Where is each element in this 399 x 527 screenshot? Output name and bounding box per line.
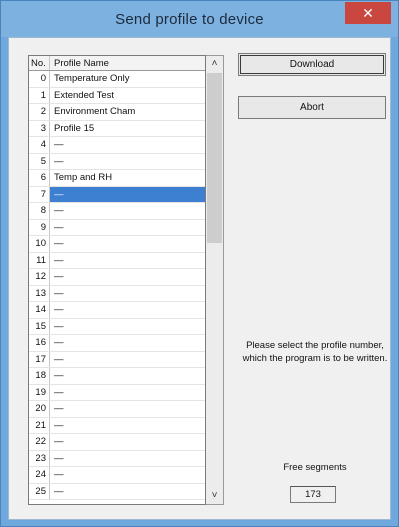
profile-number: 25 xyxy=(29,483,50,499)
list-item[interactable]: 5— xyxy=(29,153,205,170)
column-header-profile-name: Profile Name xyxy=(54,58,109,69)
profile-list[interactable]: No. Profile Name 0 Temperature Only 1 Exten… xyxy=(28,55,206,505)
profile-name: — xyxy=(54,205,64,216)
profile-name: Temp and RH xyxy=(54,172,113,183)
scroll-up-arrow-icon[interactable]: ˄ xyxy=(206,56,223,72)
list-header: No. Profile Name xyxy=(29,56,205,71)
profile-number: 23 xyxy=(29,450,50,466)
profile-number: 14 xyxy=(29,302,50,318)
send-profile-dialog: Send profile to device ✕ No. Profile Nam… xyxy=(0,0,399,527)
list-item[interactable]: 16 — xyxy=(29,335,205,352)
profile-number: 16 xyxy=(29,335,50,351)
profile-name: — xyxy=(54,320,64,332)
profile-name: — xyxy=(54,452,64,464)
list-item[interactable]: 17 — xyxy=(29,351,205,368)
profile-name: — xyxy=(54,485,64,497)
list-item[interactable]: 18 — xyxy=(29,368,205,385)
profile-name: — xyxy=(54,370,64,381)
free-segments-label: Free segments xyxy=(283,462,347,473)
profile-number: 20 xyxy=(29,401,50,417)
list-item[interactable]: 6 Temp and RH xyxy=(29,170,205,187)
scroll-thumb[interactable] xyxy=(207,73,222,243)
list-item[interactable]: 0 Temperature Only xyxy=(29,71,205,88)
profile-number: 6 xyxy=(29,170,50,186)
profile-name: — xyxy=(54,139,64,150)
profile-number: 18 xyxy=(29,368,50,384)
profile-number: 12 xyxy=(29,269,50,285)
list-item[interactable]: 23 — xyxy=(29,450,205,467)
profile-number: 13 xyxy=(29,285,50,301)
profile-number: 2 xyxy=(29,104,50,120)
profile-name: — xyxy=(54,304,64,315)
list-item[interactable]: 14 — xyxy=(29,302,205,319)
profile-number: 24 xyxy=(29,467,50,483)
list-item[interactable]: 22 — xyxy=(29,434,205,451)
dialog-body: No. Profile Name 0 Temperature Only 1 Exten… xyxy=(8,37,391,520)
list-item[interactable]: 20 — xyxy=(29,401,205,418)
free-segments-value: 173 xyxy=(290,486,336,503)
profile-name: Environment Cham xyxy=(54,106,136,117)
profile-number: 8 xyxy=(29,203,50,219)
list-item[interactable]: 2 Environment Cham xyxy=(29,104,205,121)
profile-number: 9 xyxy=(29,219,50,235)
profile-number: 1 xyxy=(29,87,50,103)
profile-name: Extended Test xyxy=(54,89,115,101)
list-item[interactable]: 4— xyxy=(29,137,205,154)
profile-name: — xyxy=(54,287,64,299)
profile-name: — xyxy=(54,386,64,398)
list-item[interactable]: 12 — xyxy=(29,269,205,286)
list-item[interactable]: 7— xyxy=(29,186,205,203)
profile-number: 17 xyxy=(29,351,50,367)
instruction-message: Please select the profile number, which … xyxy=(242,340,388,364)
list-item[interactable]: 21 — xyxy=(29,417,205,434)
profile-name: — xyxy=(54,419,64,431)
profile-name: Temperature Only xyxy=(54,73,130,84)
window-title: Send profile to device xyxy=(115,11,264,28)
profile-number: 5 xyxy=(29,153,50,169)
column-header-no: No. xyxy=(29,56,50,70)
profile-name: — xyxy=(54,469,64,480)
list-scrollbar[interactable]: ˄ ˅ xyxy=(206,55,224,505)
list-item[interactable]: 9— xyxy=(29,219,205,236)
profile-number: 22 xyxy=(29,434,50,450)
profile-name: — xyxy=(54,254,64,266)
list-item[interactable]: 24 — xyxy=(29,467,205,484)
profile-name: — xyxy=(54,337,64,348)
profile-number: 19 xyxy=(29,384,50,400)
profile-name: — xyxy=(54,436,64,447)
profile-number: 15 xyxy=(29,318,50,334)
profile-name: — xyxy=(54,353,64,365)
profile-number: 4 xyxy=(29,137,50,153)
profile-number: 21 xyxy=(29,417,50,433)
profile-number: 3 xyxy=(29,120,50,136)
profile-number: 7 xyxy=(29,186,50,202)
list-item[interactable]: 8— xyxy=(29,203,205,220)
profile-number: 0 xyxy=(29,71,50,87)
abort-button[interactable]: Abort xyxy=(238,96,386,119)
profile-number: 11 xyxy=(29,252,50,268)
list-item[interactable]: 1 Extended Test xyxy=(29,87,205,104)
title-bar[interactable]: Send profile to device ✕ xyxy=(1,1,398,37)
profile-name: — xyxy=(54,403,64,414)
profile-name: Profile 15 xyxy=(54,122,95,134)
list-item[interactable]: 10 — xyxy=(29,236,205,253)
list-item[interactable]: 15 — xyxy=(29,318,205,335)
list-item[interactable]: 11 — xyxy=(29,252,205,269)
profile-name: — xyxy=(54,155,64,167)
profile-name: — xyxy=(54,238,64,249)
profile-name: — xyxy=(54,271,64,282)
profile-name: — xyxy=(54,221,64,233)
list-item[interactable]: 13 — xyxy=(29,285,205,302)
scroll-down-arrow-icon[interactable]: ˅ xyxy=(206,488,223,504)
close-button[interactable]: ✕ xyxy=(345,2,391,24)
profile-name: — xyxy=(54,188,64,200)
list-item[interactable]: 25 — xyxy=(29,483,205,500)
list-item[interactable]: 3 Profile 15 xyxy=(29,120,205,137)
download-button[interactable]: Download xyxy=(238,53,386,76)
profile-number: 10 xyxy=(29,236,50,252)
list-item[interactable]: 19 — xyxy=(29,384,205,401)
